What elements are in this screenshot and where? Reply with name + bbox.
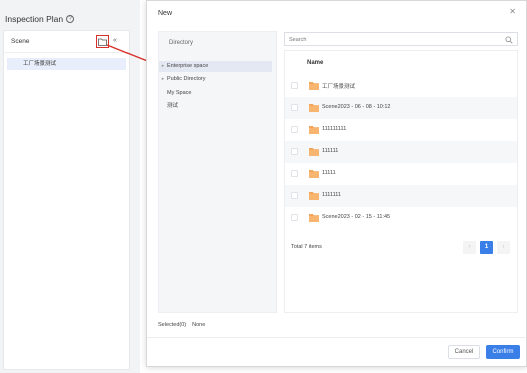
pagination-next-button[interactable]: › [497,241,510,254]
directory-item-label: Enterprise space [167,63,209,69]
row-checkbox[interactable] [291,82,298,89]
background-panel: Inspection Plan ? Scene « 工厂场景测试 [0,0,140,373]
directory-item-test[interactable]: 测试 [159,101,272,112]
chevron-right-icon[interactable]: ▸ [159,61,167,72]
collapse-icon[interactable]: « [113,36,117,46]
table-row[interactable]: 1111111 [285,185,517,207]
scene-card-header: Scene « [4,31,129,53]
new-folder-button[interactable] [96,35,109,48]
row-name: 11111 [322,170,336,176]
page-title: Inspection Plan ? [5,14,75,24]
folder-icon [309,214,319,222]
folder-icon [309,192,319,200]
row-checkbox[interactable] [291,192,298,199]
directory-item-public-directory[interactable]: ▸ Public Directory [159,74,272,85]
folder-icon [98,38,107,46]
table-row[interactable]: 工厂场景测试 [285,75,517,97]
directory-item-label: My Space [167,90,192,96]
dialog-title: New [158,10,173,17]
row-checkbox[interactable] [291,126,298,133]
row-checkbox[interactable] [291,214,298,221]
row-checkbox[interactable] [291,170,298,177]
row-checkbox[interactable] [291,148,298,155]
folder-icon [309,126,319,134]
row-name: 1111111 [322,192,341,198]
scene-card: Scene « 工厂场景测试 [3,30,130,370]
file-table: Name 工厂场景测试 Scene2023 - 06 - 08 - 10:12 … [284,50,518,313]
table-row[interactable]: 111111111 [285,119,517,141]
row-name: Scene2023 - 02 - 15 - 11:45 [322,214,391,220]
directory-panel: Directory ▸ Enterprise space ▸ Public Dire… [158,31,277,313]
pagination-prev-button[interactable]: ‹ [463,241,476,254]
chevron-right-icon[interactable]: ▸ [159,74,167,85]
directory-item-label: Public Directory [167,76,206,82]
column-header-name: Name [307,60,324,66]
table-row[interactable]: 11111 [285,163,517,185]
total-count: Total 7 items [291,244,322,250]
row-name: 111111111 [322,126,347,132]
row-name: 工厂场景测试 [322,84,356,90]
directory-item-label: 测试 [167,103,179,109]
directory-item-enterprise-space[interactable]: ▸ Enterprise space [159,61,272,72]
row-checkbox[interactable] [291,104,298,111]
search-input[interactable] [289,35,499,44]
folder-icon [309,104,319,112]
folder-icon [309,170,319,178]
directory-title: Directory [169,40,194,46]
folder-icon [309,82,319,90]
folder-icon [309,148,319,156]
search-box[interactable] [284,32,518,46]
cancel-button[interactable]: Cancel [448,345,480,359]
new-dialog: New ✕ Directory ▸ Enterprise space ▸ Publi… [146,0,527,367]
row-name: 111111 [322,148,339,154]
scene-list-item[interactable]: 工厂场景测试 [7,58,126,70]
directory-item-my-space[interactable]: My Space [159,88,272,99]
selected-count: Selected(0) [158,322,187,328]
scene-label: Scene [11,38,30,45]
pagination-page-1[interactable]: 1 [480,241,493,254]
page-title-text: Inspection Plan [5,14,64,24]
footer-divider [147,337,526,338]
help-icon[interactable]: ? [66,15,75,23]
table-row[interactable]: Scene2023 - 06 - 08 - 10:12 [285,97,517,119]
confirm-button[interactable]: Confirm [486,345,520,359]
close-icon[interactable]: ✕ [509,7,516,17]
selected-info: Selected(0) None [158,322,211,328]
table-row[interactable]: Scene2023 - 02 - 15 - 11:45 [285,207,517,229]
table-row[interactable]: 111111 [285,141,517,163]
search-icon[interactable] [505,36,513,44]
selected-value: None [192,322,206,328]
row-name: Scene2023 - 06 - 08 - 10:12 [322,104,391,110]
